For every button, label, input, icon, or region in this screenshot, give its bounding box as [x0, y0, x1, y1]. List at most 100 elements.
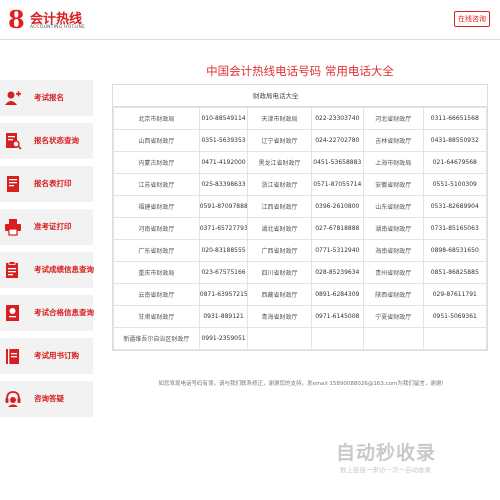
phone-number-cell: 0471-4192000 — [198, 151, 249, 174]
sidebar-item-register[interactable]: 考试报名 — [0, 80, 93, 116]
footer-note: 如您发现电话号码有误，请与我们联系修正，谢谢您的支持，发email 158900… — [158, 381, 444, 387]
sidebar: 考试报名 报名状态查询 报名表打印 准考证打印 考试成绩信息查询 考试合格信息查… — [0, 80, 94, 424]
phone-number-cell: 025-83398633 — [198, 173, 249, 196]
phone-number-cell: 0871-63957215 — [198, 283, 249, 306]
bureau-name-cell: 西藏省财政厅 — [247, 283, 312, 306]
phone-number-cell: 0371-65727793 — [198, 217, 249, 240]
online-consult-button[interactable]: 在线咨询 — [454, 11, 490, 27]
book-icon — [6, 349, 19, 364]
header: 8 会计热线 ACCOUNTING HOTLINE 在线咨询 — [0, 0, 500, 40]
support-icon — [5, 391, 21, 407]
phone-number-cell: 0551-5100309 — [422, 173, 488, 196]
logo-subtitle: ACCOUNTING HOTLINE — [30, 25, 86, 30]
score-search-icon — [6, 261, 18, 278]
bureau-name-cell: 福建省财政厅 — [113, 195, 200, 218]
phone-number-cell: 022-23303740 — [310, 107, 364, 130]
logo-mark-icon: 8 — [8, 5, 25, 34]
phone-number-cell: 0891-6284309 — [310, 283, 364, 306]
bureau-name-cell: 山西省财政厅 — [113, 129, 200, 152]
table-row: 新疆维吾尔自治区财政厅 0991-2359051 — [113, 327, 488, 350]
sidebar-item-label: 考试报名 — [34, 93, 64, 102]
phone-number-cell: 0451-53658883 — [310, 151, 364, 174]
sidebar-item-pass-query[interactable]: 考试合格信息查询 — [0, 295, 94, 331]
sidebar-item-label: 考试用书订购 — [34, 351, 79, 360]
phone-number-cell: 0898-68531650 — [422, 239, 488, 262]
table-row: 重庆市财政局 023-67575166 四川省财政厅 028-85239634 贵州省财… — [113, 261, 488, 284]
phone-number-cell: 0431-88550932 — [422, 129, 488, 152]
sidebar-item-consult[interactable]: 咨询答疑 — [0, 381, 93, 417]
bureau-name-cell — [362, 327, 424, 350]
bureau-name-cell: 河南省财政厅 — [113, 217, 200, 240]
sidebar-item-label: 咨询答疑 — [34, 394, 64, 403]
panel-heading: 财政局电话大全 — [113, 85, 487, 107]
phone-number-cell: 020-83188555 — [198, 239, 249, 262]
phone-number-cell: 029-87611791 — [422, 283, 488, 306]
phone-number-cell: 027-67818888 — [310, 217, 364, 240]
bureau-name-cell: 吉林省财政厅 — [362, 129, 424, 152]
phone-number-cell: 0971-6145008 — [310, 305, 364, 328]
phone-number-cell: 0351-5639353 — [198, 129, 249, 152]
bureau-name-cell: 内蒙古财政厅 — [113, 151, 200, 174]
bureau-name-cell: 天津市财政局 — [247, 107, 312, 130]
main-content: 中国会计热线电话号码 常用电话大全 财政局电话大全 北京市财政局 010-8854… — [112, 60, 488, 387]
table-row: 广东省财政厅 020-83188555 广西省财政厅 0771-5312940 海南省财… — [113, 239, 488, 262]
bureau-name-cell: 湖南省财政厅 — [362, 217, 424, 240]
bureau-name-cell: 广西省财政厅 — [247, 239, 312, 262]
bureau-name-cell: 黑龙江省财政厅 — [247, 151, 312, 174]
table-row: 甘肃省财政厅 0931-889121 青海省财政厅 0971-6145008 宁夏省财政… — [113, 305, 488, 328]
bureau-name-cell: 宁夏省财政厅 — [362, 305, 424, 328]
phone-number-cell: 0951-5069361 — [422, 305, 488, 328]
bureau-name-cell: 甘肃省财政厅 — [113, 305, 200, 328]
bureau-name-cell: 新疆维吾尔自治区财政厅 — [113, 327, 200, 350]
sidebar-item-label: 考试合格信息查询 — [34, 308, 94, 317]
bureau-name-cell: 贵州省财政厅 — [362, 261, 424, 284]
phone-number-cell: 028-85239634 — [310, 261, 364, 284]
sidebar-item-score-query[interactable]: 考试成绩信息查询 — [0, 252, 94, 288]
bureau-name-cell: 云南省财政厅 — [113, 283, 200, 306]
phone-number-cell: 0571-87055714 — [310, 173, 364, 196]
bureau-name-cell: 湖北省财政厅 — [247, 217, 312, 240]
phone-number-cell: 024-22702780 — [310, 129, 364, 152]
user-register-icon — [5, 91, 21, 105]
phone-number-cell — [310, 327, 364, 350]
certificate-search-icon — [6, 305, 19, 321]
phone-number-cell: 021-64679568 — [422, 151, 488, 174]
bureau-name-cell — [247, 327, 312, 350]
sidebar-item-label: 报名表打印 — [34, 179, 72, 188]
bureau-name-cell: 浙江省财政厅 — [247, 173, 312, 196]
phone-number-cell: 0396-2610800 — [310, 195, 364, 218]
bureau-name-cell: 安徽省财政厅 — [362, 173, 424, 196]
phone-number-cell: 0771-5312940 — [310, 239, 364, 262]
bureau-name-cell: 河北省财政厅 — [362, 107, 424, 130]
site-logo[interactable]: 8 会计热线 ACCOUNTING HOTLINE — [8, 6, 118, 36]
phone-directory-panel: 财政局电话大全 北京市财政局 010-88549114 天津市财政局 022-2330… — [112, 84, 488, 387]
phone-number-cell: 0851-86825885 — [422, 261, 488, 284]
sidebar-item-label: 报名状态查询 — [34, 136, 79, 145]
phone-number-cell — [422, 327, 488, 350]
bureau-name-cell: 上海市财政局 — [362, 151, 424, 174]
sidebar-item-status-query[interactable]: 报名状态查询 — [0, 123, 93, 159]
phone-number-cell: 0591-87097888 — [198, 195, 249, 218]
table-row: 云南省财政厅 0871-63957215 西藏省财政厅 0891-6284309 陕西省… — [113, 283, 488, 306]
bureau-name-cell: 江西省财政厅 — [247, 195, 312, 218]
sidebar-item-book-order[interactable]: 考试用书订购 — [0, 338, 93, 374]
bureau-name-cell: 江苏省财政厅 — [113, 173, 200, 196]
phone-number-cell: 023-67575166 — [198, 261, 249, 284]
sidebar-item-form-print[interactable]: 报名表打印 — [0, 166, 93, 202]
bureau-name-cell: 陕西省财政厅 — [362, 283, 424, 306]
sidebar-item-label: 考试成绩信息查询 — [34, 265, 94, 274]
form-print-icon — [7, 176, 19, 192]
status-search-icon — [6, 133, 22, 150]
phone-number-cell: 0931-889121 — [198, 305, 249, 328]
table-row: 福建省财政厅 0591-87097888 江西省财政厅 0396-2610800 山东省… — [113, 195, 488, 218]
table-row: 山西省财政厅 0351-5639353 辽宁省财政厅 024-22702780 吉林省财… — [113, 129, 488, 152]
bureau-name-cell: 山东省财政厅 — [362, 195, 424, 218]
bureau-name-cell: 广东省财政厅 — [113, 239, 200, 262]
sidebar-item-ticket-print[interactable]: 准考证打印 — [0, 209, 93, 245]
phone-number-cell: 010-88549114 — [198, 107, 249, 130]
bureau-name-cell: 辽宁省财政厅 — [247, 129, 312, 152]
printer-icon — [5, 219, 21, 236]
watermark-slogan: 数上链接一来访一次一自动收录 — [340, 466, 431, 474]
phone-table: 北京市财政局 010-88549114 天津市财政局 022-23303740 河北省财… — [113, 107, 488, 350]
bureau-name-cell: 海南省财政厅 — [362, 239, 424, 262]
